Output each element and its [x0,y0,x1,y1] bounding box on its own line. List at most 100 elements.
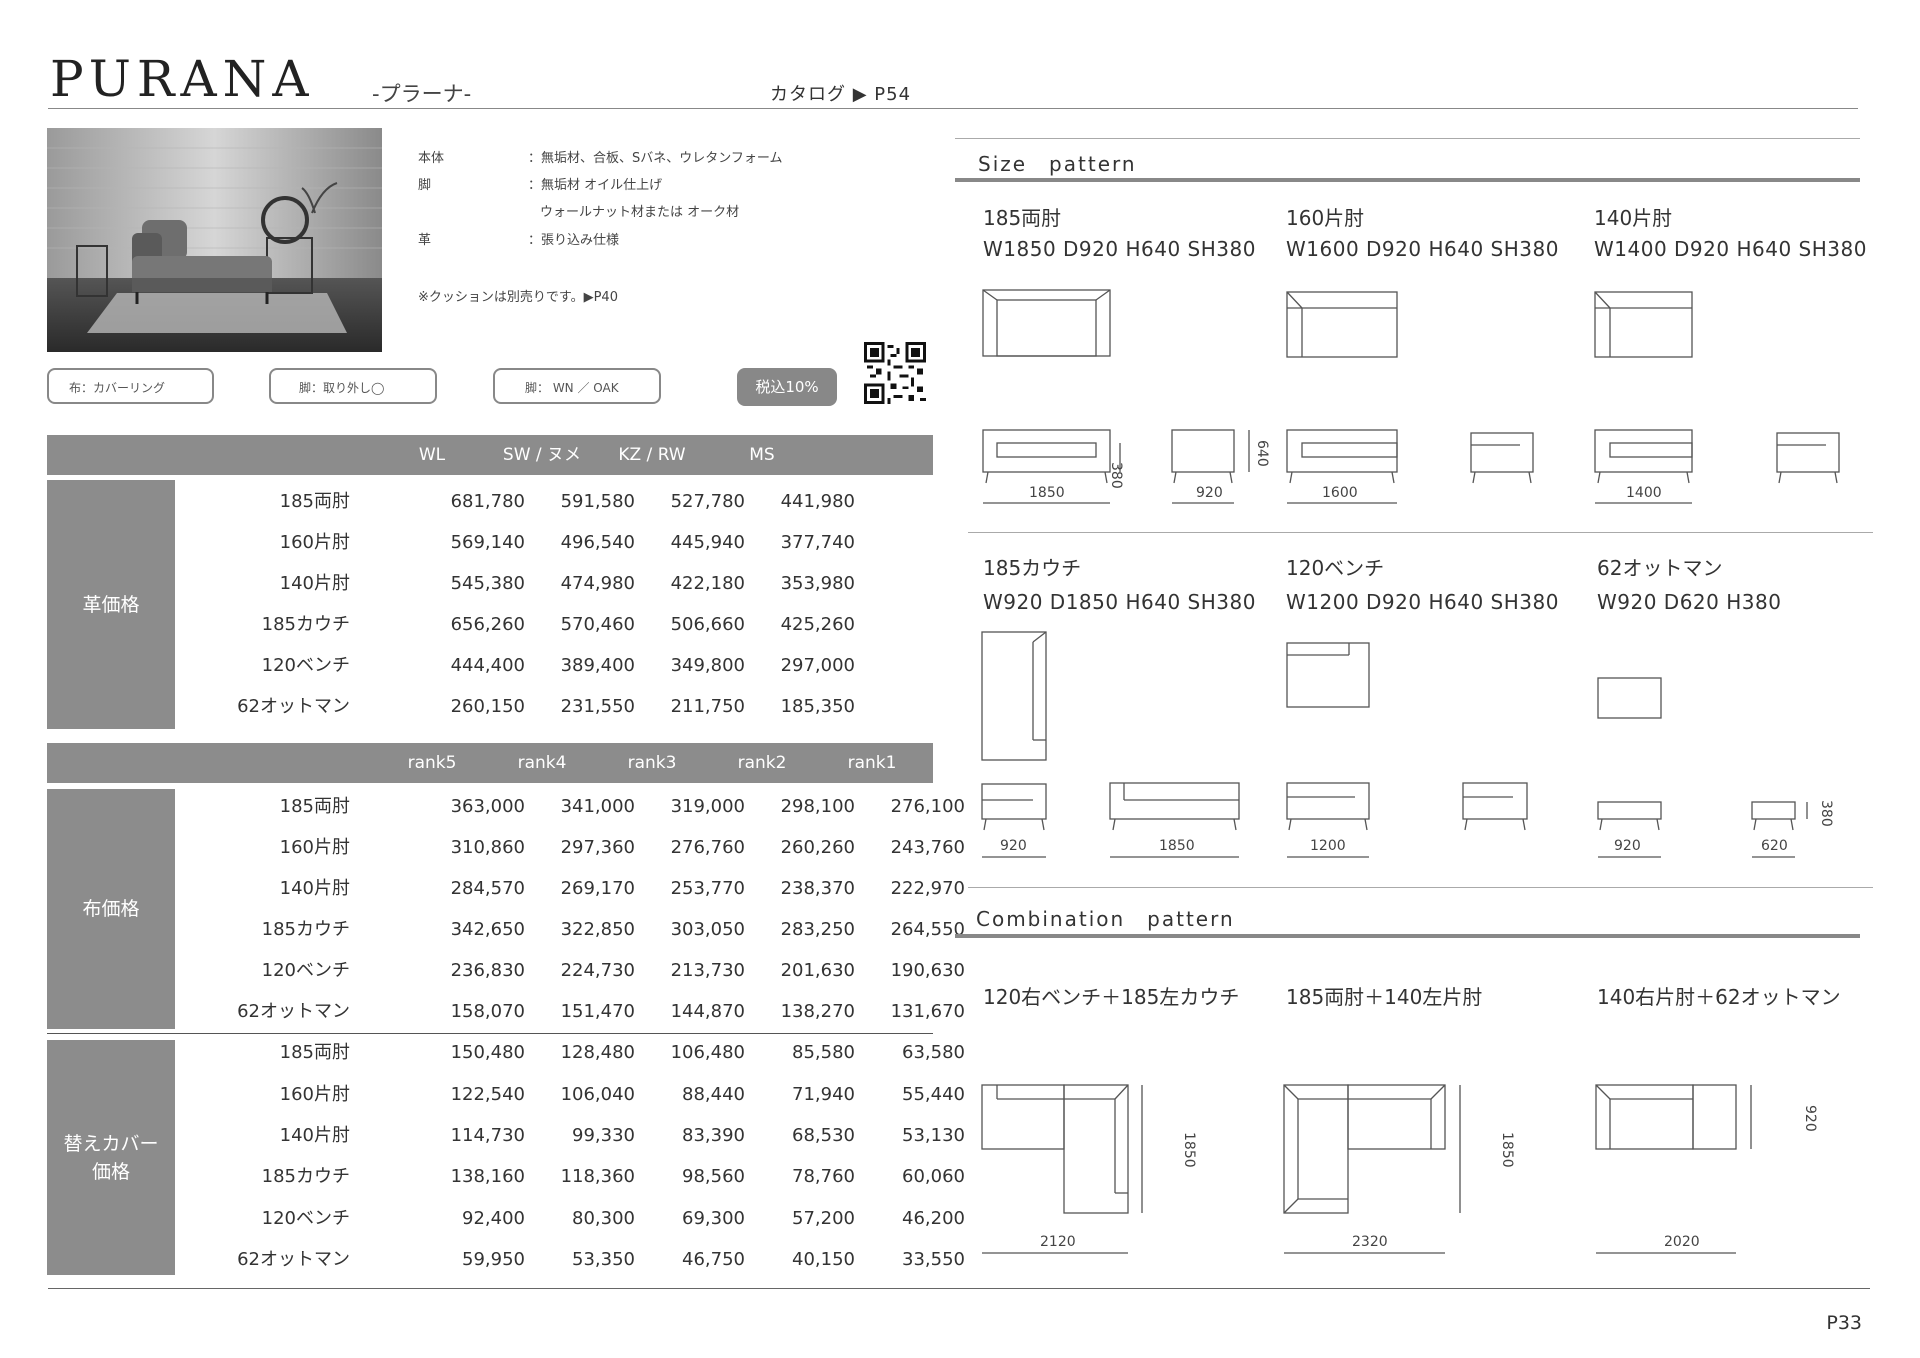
spec-value-leather: ：張り込み仕様 [528,233,620,248]
price-cell: 71,940 [792,1084,855,1105]
price-cell: 88,440 [682,1084,745,1105]
price-cell: 349,800 [670,655,745,676]
size-row2-drawings [981,631,1808,858]
price-cell: 444,400 [450,655,525,676]
table-row: 185カウチ 342,650 322,850 303,050 283,250 2… [160,909,965,950]
price-cell: 59,950 [462,1249,525,1270]
spec-value-body: ：無垢材、合板、Sバネ、ウレタンフォーム [528,151,783,166]
dim-label: 1850 [1029,485,1065,501]
price-cell: 99,330 [572,1125,635,1146]
dim-label: 380 [1818,800,1834,827]
price-cell: 78,760 [792,1166,855,1187]
price-cell: 57,200 [792,1208,855,1229]
cover-side-label-line2: 価格 [91,1160,130,1183]
table-row: 140片肘 545,380 474,980 422,180 353,980 [160,563,930,604]
spec-note: ※クッションは別売りです。▶P40 [418,290,618,305]
combo-width-label: 2120 [1040,1234,1076,1250]
size-item-dims: W1400 D920 H640 SH380 [1594,237,1867,261]
table-row: 185両肘 681,780 591,580 527,780 441,980 [160,481,930,522]
row-name: 120ベンチ [261,1208,350,1229]
price-cell: 190,630 [890,960,965,981]
row-name: 160片肘 [279,837,350,858]
price-cell: 276,100 [890,796,965,817]
row-name: 140片肘 [279,878,350,899]
price-cell: 570,460 [560,614,635,635]
price-cell: 238,370 [780,878,855,899]
price-cell: 297,000 [780,655,855,676]
row-name: 120ベンチ [261,960,350,981]
price-cell: 297,360 [560,837,635,858]
size-row1-drawings [982,289,1840,504]
row-name: 140片肘 [279,573,350,594]
price-cell: 269,170 [560,878,635,899]
size-item-dims: W1850 D920 H640 SH380 [983,237,1256,261]
size-item-dims: W1600 D920 H640 SH380 [1286,237,1559,261]
size-item-name: 160片肘 [1286,206,1365,230]
leg-removable-badge: 脚：取り外し◯ [269,368,437,404]
price-cell: 144,870 [670,1001,745,1022]
combo-section-rule [955,934,1860,938]
price-cell: 353,980 [780,573,855,594]
page-subtitle: -プラーナ- [372,82,472,106]
row-name: 62オットマン [237,696,350,717]
price-cell: 545,380 [450,573,525,594]
price-cell: 231,550 [560,696,635,717]
combination-pattern-heading: Combination pattern [976,907,1235,931]
leg-material-badge: 脚： WN ／ OAK [493,368,661,404]
tax-badge: 税込10% [737,368,837,406]
leather-col-header: WL [418,445,446,465]
price-cell: 441,980 [780,491,855,512]
spec-value-leg: ：無垢材 オイル仕上げ [528,178,663,193]
price-cell: 425,260 [780,614,855,635]
price-cell: 474,980 [560,573,635,594]
price-cell: 264,550 [890,919,965,940]
table-row: 62オットマン 59,950 53,350 46,750 40,150 33,5… [160,1239,965,1280]
price-cell: 83,390 [682,1125,745,1146]
fabric-side-label: 布価格 [47,789,175,1029]
product-photo [47,128,382,352]
fabric-col-header: rank1 [847,753,897,773]
row-name: 140片肘 [279,1125,350,1146]
price-cell: 342,650 [450,919,525,940]
table-row: 62オットマン 158,070 151,470 144,870 138,270 … [160,991,965,1032]
price-cell: 681,780 [450,491,525,512]
fabric-col-header: rank2 [737,753,787,773]
spec-label-leather: 革 [418,233,432,248]
page-title: PURANA [50,50,315,108]
price-cell: 284,570 [450,878,525,899]
price-cell: 341,000 [560,796,635,817]
price-cell: 63,580 [902,1042,965,1063]
cover-type-badge: 布：カバーリング [47,368,214,404]
dim-label: 620 [1761,838,1788,854]
spec-value-leg-wood: ウォールナット材または オーク材 [540,205,740,220]
fabric-col-header: rank3 [627,753,677,773]
price-cell: 377,740 [780,532,855,553]
size-item-name: 140片肘 [1594,206,1673,230]
dim-label: 920 [1000,838,1027,854]
row-name: 120ベンチ [261,655,350,676]
row-name: 185両肘 [279,1042,350,1063]
dim-label: 1200 [1310,838,1346,854]
table-row: 160片肘 310,860 297,360 276,760 260,260 24… [160,827,965,868]
qr-code[interactable] [864,342,926,404]
fabric-table-header: rank5 rank4 rank3 rank2 rank1 [47,743,933,783]
price-cell: 222,970 [890,878,965,899]
combo-depth-label: 1850 [1499,1132,1515,1168]
price-cell: 158,070 [450,1001,525,1022]
price-cell: 319,000 [670,796,745,817]
price-cell: 276,760 [670,837,745,858]
price-cell: 389,400 [560,655,635,676]
size-item-name: 120ベンチ [1286,556,1385,580]
dim-label: 920 [1196,485,1223,501]
combo-depth-label: 920 [1802,1105,1818,1132]
price-cell: 363,000 [450,796,525,817]
dim-label: 1400 [1626,485,1662,501]
price-cell: 496,540 [560,532,635,553]
price-cell: 33,550 [902,1249,965,1270]
size-row-divider [968,532,1873,533]
price-cell: 55,440 [902,1084,965,1105]
header-divider [48,108,1858,109]
size-item-dims: W1200 D920 H640 SH380 [1286,590,1559,614]
size-item-name: 185カウチ [983,556,1082,580]
table-row: 185カウチ 138,160 118,360 98,560 78,760 60,… [160,1156,965,1197]
